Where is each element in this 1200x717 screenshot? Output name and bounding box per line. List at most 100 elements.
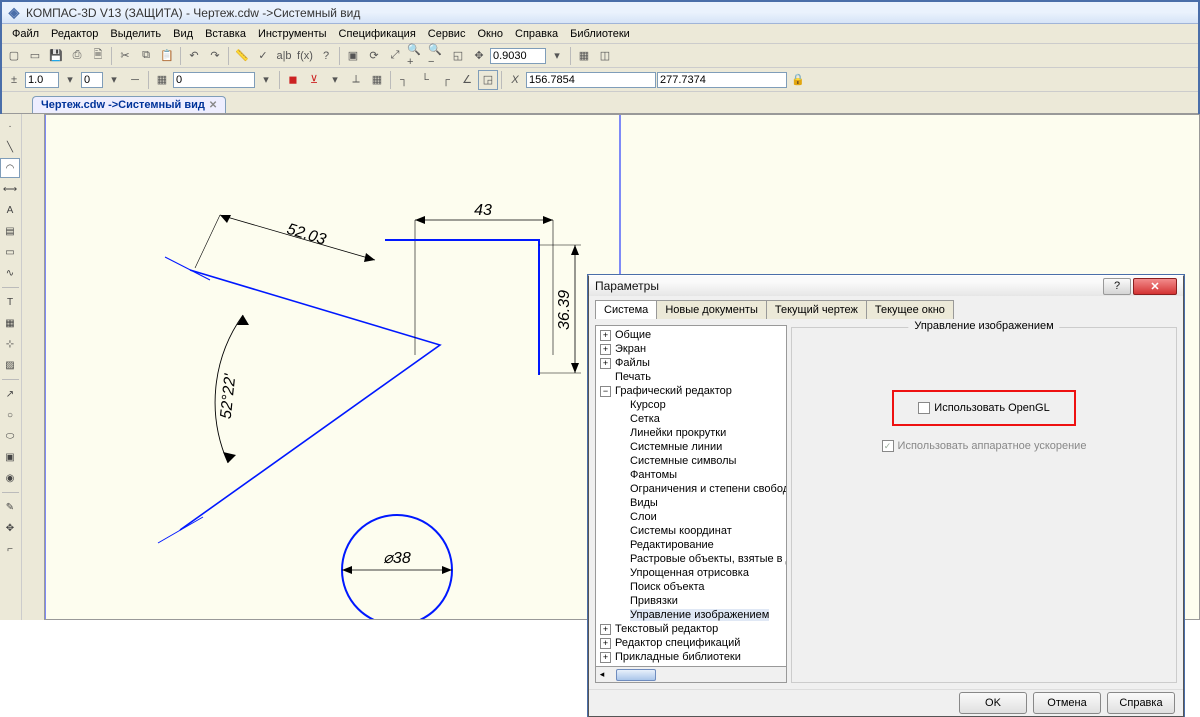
tree-node[interactable]: Системные линии <box>596 440 786 454</box>
tree-toggle-icon[interactable]: + <box>600 344 611 355</box>
tb-ortho-icon[interactable]: ⟂ <box>346 70 366 90</box>
tool-hatch-icon[interactable]: ▤ <box>0 221 20 241</box>
tb-cut-icon[interactable]: ✂ <box>115 46 135 66</box>
tree-node[interactable]: +Общие <box>596 328 786 342</box>
tb-fx-icon[interactable]: f(x) <box>295 46 315 66</box>
tab-new-docs[interactable]: Новые документы <box>656 300 767 319</box>
doc-tab[interactable]: Чертеж.cdw ->Системный вид ✕ <box>32 96 226 113</box>
tb-grid2-icon[interactable]: ▦ <box>367 70 387 90</box>
tb-dropdown-icon[interactable]: ▾ <box>547 46 567 66</box>
tb-paste-icon[interactable]: 📋 <box>157 46 177 66</box>
tool-dim-icon[interactable]: ⟷ <box>0 179 20 199</box>
tb-grid-icon[interactable]: ▦ <box>574 46 594 66</box>
scroll-thumb[interactable] <box>616 669 656 681</box>
tool-fill-icon[interactable]: ▨ <box>0 355 20 375</box>
use-opengl-checkbox[interactable]: Использовать OpenGL <box>918 402 1049 414</box>
tb-cs3-icon[interactable]: ┌ <box>436 70 456 90</box>
tb-check-icon[interactable]: ✓ <box>253 46 273 66</box>
menu-spec[interactable]: Спецификация <box>333 26 422 42</box>
tree-node[interactable]: Системные символы <box>596 454 786 468</box>
menu-file[interactable]: Файл <box>6 26 45 42</box>
tree-node[interactable]: +Прикладные библиотеки <box>596 650 786 664</box>
tab-current-draw[interactable]: Текущий чертеж <box>766 300 867 319</box>
tb-magnet-icon[interactable]: ⊻ <box>304 70 324 90</box>
tb-var-icon[interactable]: a|b <box>274 46 294 66</box>
tb-print-icon[interactable]: ⎙ <box>67 46 87 66</box>
tool-trim-icon[interactable]: ⌐ <box>0 539 20 559</box>
coord-x-field[interactable] <box>526 72 656 88</box>
tb-undo-icon[interactable]: ↶ <box>184 46 204 66</box>
tb-measure-icon[interactable]: 📏 <box>232 46 252 66</box>
close-icon[interactable]: ✕ <box>1133 278 1177 295</box>
tree-toggle-icon[interactable]: − <box>600 386 611 397</box>
tree-node[interactable]: Системы координат <box>596 524 786 538</box>
tree-toggle-icon[interactable]: + <box>600 624 611 635</box>
tb-cs4-icon[interactable]: ∠ <box>457 70 477 90</box>
tree-toggle-icon[interactable]: + <box>600 652 611 663</box>
dropdown-icon[interactable]: ▾ <box>325 70 345 90</box>
menu-insert[interactable]: Вставка <box>199 26 252 42</box>
tool-label-icon[interactable]: ▣ <box>0 447 20 467</box>
tree-toggle-icon[interactable]: + <box>600 638 611 649</box>
dropdown-icon[interactable]: ▾ <box>104 70 124 90</box>
tool-table-icon[interactable]: ▦ <box>0 313 20 333</box>
cancel-button[interactable]: Отмена <box>1033 692 1101 714</box>
tb-style-icon[interactable]: ± <box>4 70 24 90</box>
tree-node[interactable]: +Редактор спецификаций <box>596 636 786 650</box>
tb-redo-icon[interactable]: ↷ <box>205 46 225 66</box>
tree-node[interactable]: Управление изображением <box>596 608 786 622</box>
zoom-field[interactable] <box>490 48 546 64</box>
close-icon[interactable]: ✕ <box>209 100 217 111</box>
tree-node[interactable]: Сетка <box>596 412 786 426</box>
menu-select[interactable]: Выделить <box>104 26 167 42</box>
tb-pan-icon[interactable]: ✥ <box>469 46 489 66</box>
tree-toggle-icon[interactable]: + <box>600 330 611 341</box>
tb-zoomfit-icon[interactable]: ◱ <box>448 46 468 66</box>
tree-node[interactable]: Линейки прокрутки <box>596 426 786 440</box>
tb-refresh-icon[interactable]: ⟳ <box>364 46 384 66</box>
tb-linfo-icon[interactable]: ─ <box>125 70 145 90</box>
help-button[interactable]: Справка <box>1107 692 1175 714</box>
tool-move-icon[interactable]: ✥ <box>0 518 20 538</box>
menu-view[interactable]: Вид <box>167 26 199 42</box>
dropdown-icon[interactable]: ▾ <box>60 70 80 90</box>
menu-editor[interactable]: Редактор <box>45 26 104 42</box>
tool-circ-icon[interactable]: ○ <box>0 405 20 425</box>
coord-lock-icon[interactable]: 🔒 <box>788 70 808 90</box>
tree-node[interactable]: +Текстовый редактор <box>596 622 786 636</box>
tool-t-icon[interactable]: T <box>0 292 20 312</box>
line-style-field[interactable] <box>81 72 103 88</box>
tb-stop-icon[interactable]: ◼ <box>283 70 303 90</box>
tool-macro-icon[interactable]: ◉ <box>0 468 20 488</box>
tb-zoomin-icon[interactable]: 🔍+ <box>406 46 426 66</box>
tool-text-icon[interactable]: A <box>0 200 20 220</box>
tb-zoomout-icon[interactable]: 🔍− <box>427 46 447 66</box>
tb-open-icon[interactable]: ▭ <box>25 46 45 66</box>
menu-help[interactable]: Справка <box>509 26 564 42</box>
tree-node[interactable]: Растровые объекты, взятые в документ <box>596 552 786 566</box>
tool-arrow-icon[interactable]: ↗ <box>0 384 20 404</box>
tb-color-icon[interactable]: ▦ <box>152 70 172 90</box>
tb-csloc-icon[interactable]: ◲ <box>478 70 498 90</box>
tb-render-icon[interactable]: ◫ <box>595 46 615 66</box>
tb-cs2-icon[interactable]: └ <box>415 70 435 90</box>
tree-node[interactable]: Поиск объекта <box>596 580 786 594</box>
tree-node[interactable]: +Файлы <box>596 356 786 370</box>
tree-node[interactable]: −Графический редактор <box>596 384 786 398</box>
tool-spline-icon[interactable]: ∿ <box>0 263 20 283</box>
tree-node[interactable]: Редактирование <box>596 538 786 552</box>
menu-service[interactable]: Сервис <box>422 26 472 42</box>
line-width-field[interactable] <box>25 72 59 88</box>
tool-axis-icon[interactable]: ⊹ <box>0 334 20 354</box>
tree-node[interactable]: Привязки <box>596 594 786 608</box>
tb-copy-icon[interactable]: ⧉ <box>136 46 156 66</box>
menu-libs[interactable]: Библиотеки <box>564 26 636 42</box>
tb-zoomwin-icon[interactable]: ⤢ <box>385 46 405 66</box>
tab-current-win[interactable]: Текущее окно <box>866 300 954 319</box>
tool-arc-icon[interactable]: ◠ <box>0 158 20 178</box>
settings-tree[interactable]: +Общие+Экран+ФайлыПечать−Графический ред… <box>595 325 787 667</box>
tb-3d-icon[interactable]: ▣ <box>343 46 363 66</box>
tree-node[interactable]: Виды <box>596 496 786 510</box>
tool-point-icon[interactable]: · <box>0 116 20 136</box>
ok-button[interactable]: OK <box>959 692 1027 714</box>
